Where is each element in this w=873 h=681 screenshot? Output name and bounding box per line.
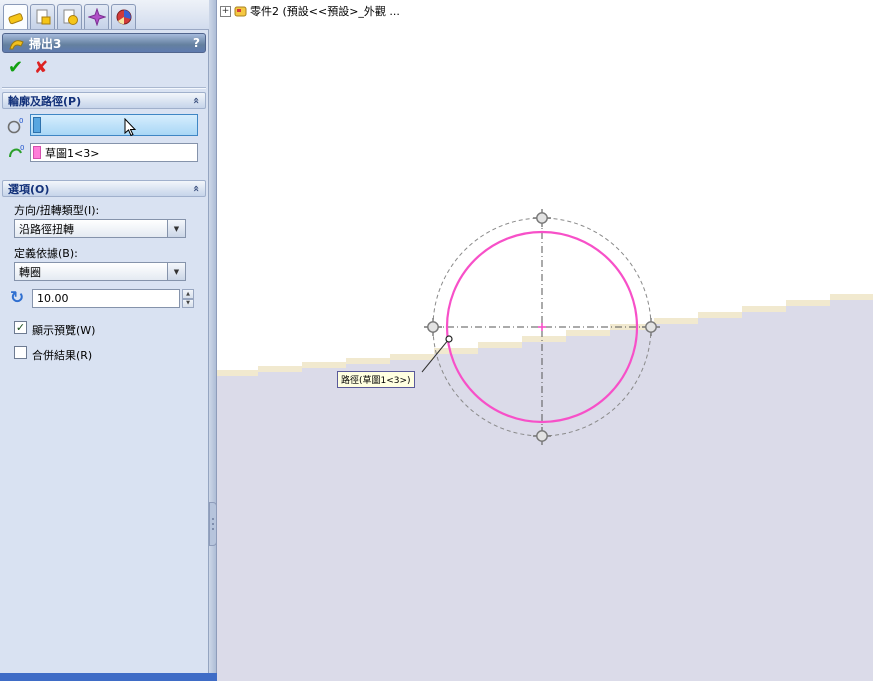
tab-configuration-manager[interactable] <box>30 4 55 29</box>
orientation-type-value: 沿路徑扭轉 <box>19 222 74 236</box>
display-pie-icon <box>116 9 131 25</box>
viewport-canvas <box>217 209 873 681</box>
section-profile-path-header[interactable]: 輪廓及路徑(P) « <box>2 92 206 109</box>
propertymanager-tab-bar <box>0 0 209 30</box>
spin-down-button[interactable]: ▼ <box>182 298 194 308</box>
svg-text:0: 0 <box>19 117 23 125</box>
define-by-value: 轉圈 <box>19 265 41 279</box>
mouse-cursor-icon <box>124 117 137 140</box>
define-by-dropdown[interactable]: 轉圈 ▼ <box>14 262 186 281</box>
panel-bottom-bar <box>0 673 217 681</box>
show-preview-label: 顯示預覽(W) <box>32 324 96 337</box>
property-manager-panel: 掃出3 ? ✔ ✘ 輪廓及路徑(P) « 0 0 草圖1<3> 選項(O) « … <box>0 30 209 673</box>
dropdown-arrow-icon[interactable]: ▼ <box>167 220 185 237</box>
divider <box>2 87 206 89</box>
solidworks-window: 掃出3 ? ✔ ✘ 輪廓及路徑(P) « 0 0 草圖1<3> 選項(O) « … <box>0 0 873 681</box>
splitter-handle[interactable] <box>209 502 217 546</box>
tab-display-manager[interactable] <box>111 4 136 29</box>
selection-point <box>445 335 453 343</box>
path-selection-field[interactable]: 草圖1<3> <box>30 143 198 162</box>
sweep-feature-icon <box>7 13 23 25</box>
profile-icon: 0 <box>5 114 27 136</box>
tab-property-manager[interactable] <box>3 4 28 29</box>
graphics-area[interactable]: + 零件2 (預設<<預設>_外觀 ... 路徑(草圖1<3>) <box>217 0 873 681</box>
manager-page-icon <box>63 9 78 25</box>
ok-button[interactable]: ✔ <box>8 58 23 78</box>
path-color-chip <box>33 146 41 159</box>
path-icon: 0 <box>5 141 27 163</box>
help-button[interactable]: ? <box>193 36 200 50</box>
dimxpert-icon <box>87 8 106 26</box>
merge-result-label: 合併結果(R) <box>32 349 93 362</box>
selection-color-chip <box>33 117 41 133</box>
section-options-header[interactable]: 選項(O) « <box>2 180 206 197</box>
cancel-button[interactable]: ✘ <box>34 58 48 78</box>
spin-up-button[interactable]: ▲ <box>182 289 194 299</box>
panel-splitter[interactable] <box>209 0 217 681</box>
turns-input[interactable] <box>32 289 180 308</box>
checkmark-icon: ✓ <box>15 321 26 334</box>
collapse-chevron-icon: « <box>189 96 203 105</box>
orientation-type-label: 方向/扭轉類型(I): <box>14 204 100 217</box>
turns-spinner: ▲ ▼ <box>182 289 194 308</box>
configuration-icon <box>36 9 50 25</box>
collapse-chevron-icon: « <box>189 184 203 193</box>
merge-result-checkbox[interactable] <box>14 346 27 359</box>
section-options-title: 選項(O) <box>8 182 50 196</box>
part-icon <box>234 6 247 16</box>
orientation-type-dropdown[interactable]: 沿路徑扭轉 ▼ <box>14 219 186 238</box>
panel-title: 掃出3 <box>29 36 62 51</box>
define-by-label: 定義依據(B): <box>14 247 78 260</box>
tab-property-3[interactable] <box>57 4 82 29</box>
revolutions-icon: ↻ <box>9 288 25 308</box>
center-point <box>538 323 546 331</box>
tab-dimxpert-manager[interactable] <box>84 4 109 29</box>
svg-text:0: 0 <box>20 144 24 152</box>
path-callout: 路徑(草圖1<3>) <box>337 371 415 388</box>
handle-icon[interactable] <box>533 209 551 227</box>
tree-expand-icon[interactable]: + <box>220 5 231 17</box>
lower-background <box>217 300 873 681</box>
path-value: 草圖1<3> <box>45 146 100 160</box>
profile-selection-field[interactable] <box>30 114 198 136</box>
dropdown-arrow-icon[interactable]: ▼ <box>167 263 185 280</box>
panel-header: 掃出3 ? <box>2 33 206 53</box>
show-preview-checkbox[interactable]: ✓ <box>14 321 27 334</box>
section-profile-path-title: 輪廓及路徑(P) <box>8 94 82 108</box>
handle-icon[interactable] <box>424 318 442 336</box>
tree-item-label: 零件2 (預設<<預設>_外觀 ... <box>250 5 400 18</box>
feature-tree-root[interactable]: + 零件2 (預設<<預設>_外觀 ... <box>220 3 400 19</box>
sweep-icon <box>9 39 24 49</box>
